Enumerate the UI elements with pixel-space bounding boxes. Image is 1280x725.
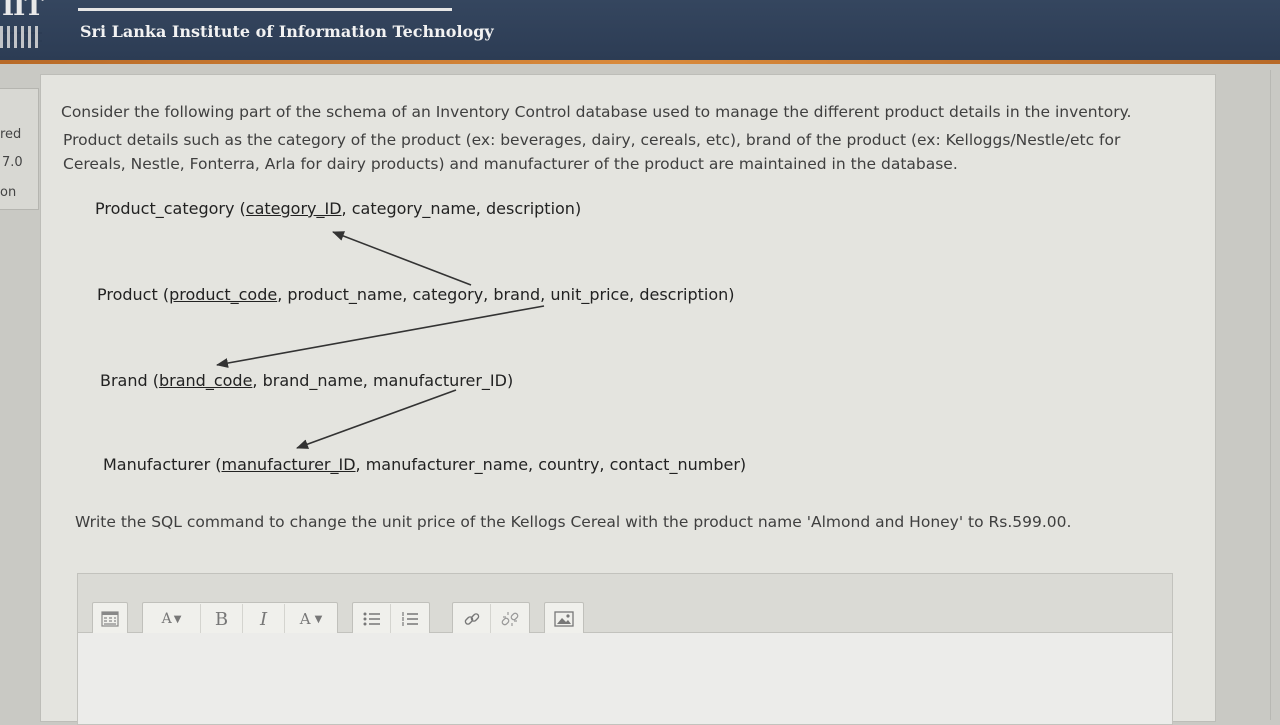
arrow-brand-fk: [216, 305, 545, 368]
toolbar-group-toggle: [92, 602, 128, 636]
flag-fragment: on: [0, 185, 17, 200]
toolbar-group-format: A ▼ B I A ▼: [142, 602, 338, 636]
chevron-down-icon: ▼: [173, 613, 182, 625]
header-accent-bar: [0, 60, 1280, 64]
answer-editor: A ▼ B I A ▼: [77, 573, 1173, 725]
sliit-logo[interactable]: IIT: [0, 0, 44, 50]
ordered-list-icon[interactable]: [391, 604, 429, 634]
link-icon[interactable]: [453, 604, 491, 634]
right-sidebar-edge: [1270, 70, 1280, 720]
site-header: IIT Sri Lanka Institute of Information T…: [0, 0, 1280, 60]
logo-letters: IIT: [2, 0, 44, 22]
header-rule: [78, 8, 452, 11]
institute-name: Sri Lanka Institute of Information Techn…: [80, 22, 494, 41]
image-icon[interactable]: [545, 604, 583, 634]
toolbar-group-links: [452, 602, 530, 636]
unordered-list-icon[interactable]: [353, 604, 391, 634]
question-task: Write the SQL command to change the unit…: [75, 513, 1072, 531]
toolbar-toggle-icon[interactable]: [93, 604, 127, 634]
font-color-label: A: [299, 610, 311, 628]
logo-grid-icon: [0, 26, 42, 48]
unlink-icon[interactable]: [491, 604, 529, 634]
arrow-manufacturer-fk: [296, 389, 457, 449]
bold-button[interactable]: B: [201, 604, 243, 634]
quiz-info-panel: red 7.0 on: [0, 88, 39, 210]
bold-label: B: [214, 608, 229, 630]
font-size-label: A: [161, 611, 172, 627]
italic-button[interactable]: I: [243, 604, 285, 634]
toolbar-group-lists: [352, 602, 430, 636]
editor-toolbar: A ▼ B I A ▼: [78, 574, 1172, 636]
answer-text-area[interactable]: [78, 633, 1172, 724]
chevron-down-icon: ▼: [314, 613, 323, 625]
status-fragment: red: [0, 127, 22, 142]
marks-fragment: 7.0: [2, 155, 23, 170]
question-panel: Consider the following part of the schem…: [40, 74, 1216, 725]
italic-label: I: [259, 608, 268, 630]
font-color-button[interactable]: A ▼: [285, 604, 337, 634]
toolbar-group-media: [544, 602, 584, 636]
arrow-category-fk: [332, 231, 472, 286]
font-size-button[interactable]: A ▼: [143, 604, 201, 634]
